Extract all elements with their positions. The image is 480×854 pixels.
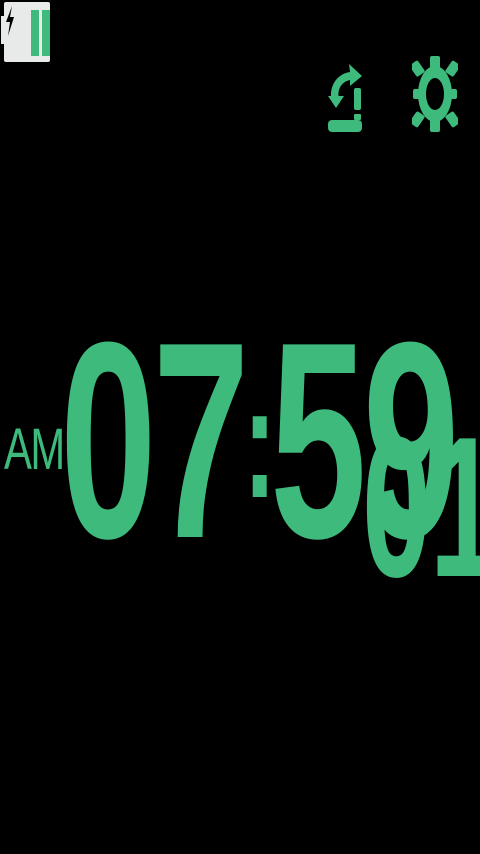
battery-indicator	[1, 2, 50, 62]
period-label: AM	[4, 417, 65, 482]
time-separator: :	[243, 352, 276, 531]
battery-level-bar	[31, 10, 39, 56]
battery-level-bar	[42, 10, 50, 56]
alarm-button[interactable]	[322, 52, 366, 136]
gear-icon	[409, 56, 461, 132]
alarm-refresh-icon	[328, 64, 362, 132]
seconds-value: 01	[362, 396, 480, 619]
charging-bolt-icon	[6, 6, 14, 36]
settings-button[interactable]	[409, 52, 461, 136]
hours-value: 07	[60, 285, 249, 597]
